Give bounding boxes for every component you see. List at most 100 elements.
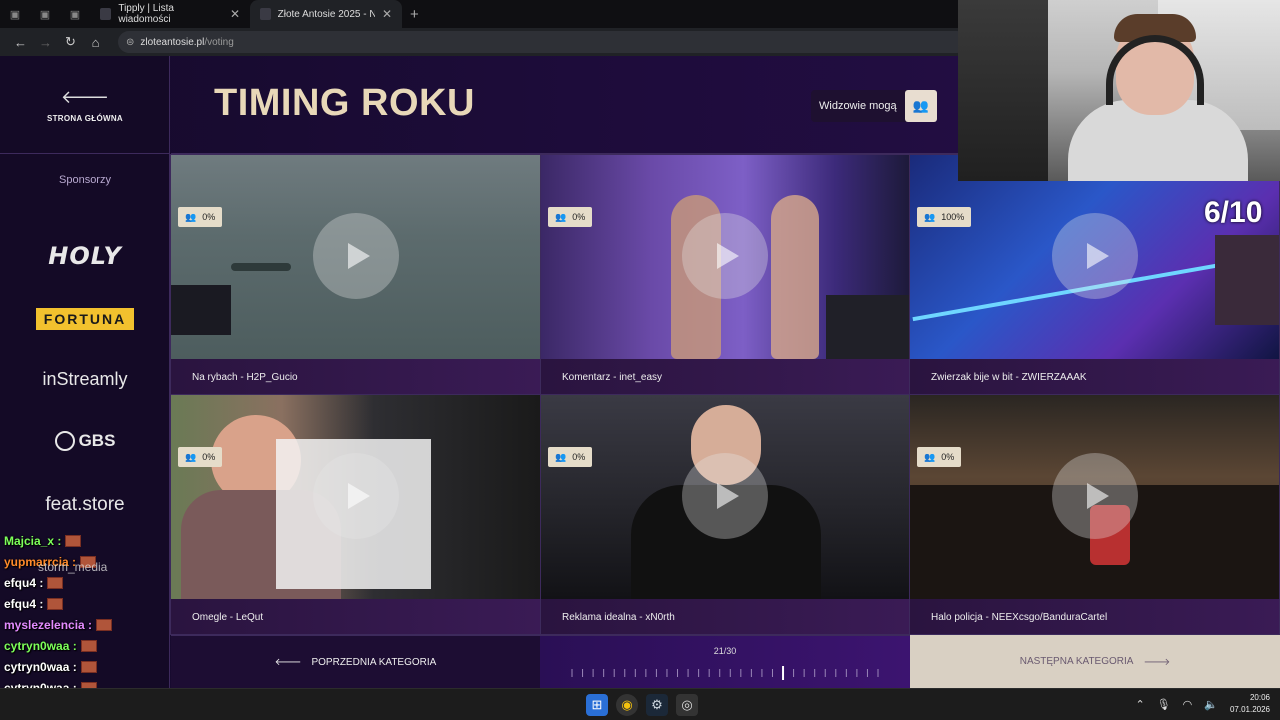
play-icon[interactable] <box>312 453 399 539</box>
reload-icon[interactable]: ↻ <box>58 34 83 50</box>
chrome-icon[interactable]: ◉ <box>616 694 638 716</box>
sponsor-logo-featstore[interactable]: feat.store <box>0 494 170 516</box>
vote-percent-badge: 👥 0% <box>548 447 593 467</box>
steam-icon[interactable]: ⚙ <box>646 694 668 716</box>
play-icon[interactable] <box>682 453 768 539</box>
webcam-overlay <box>958 0 1280 181</box>
play-icon[interactable] <box>1051 213 1138 299</box>
nominee-card[interactable]: 👥 0% Halo policja - NEEXcsgo/BanduraCarte… <box>909 394 1280 635</box>
sponsor-logo-fortuna[interactable]: FORTUNA <box>0 308 170 330</box>
prev-category-button[interactable]: 🡐 POPRZEDNIA KATEGORIA <box>171 635 540 688</box>
new-tab-icon[interactable]: + <box>410 6 419 23</box>
tray-chevron-icon[interactable]: ⌃ <box>1135 698 1144 711</box>
zloteantosie-favicon-icon <box>260 8 271 20</box>
tab-actions-icon[interactable]: ▣ <box>0 0 30 28</box>
tab-label: Złote Antosie 2025 - Największ <box>277 8 375 20</box>
category-progress: 21/30 <box>540 635 910 688</box>
users-icon: 👥 <box>924 211 936 222</box>
volume-icon[interactable]: 🔈 <box>1204 698 1218 711</box>
screen: ▣ ▣ ▣ Tipply | Lista wiadomości ✕ Złote … <box>0 0 1280 720</box>
chat-message: cytryn0waa : <box>4 635 184 656</box>
tab-label: Tipply | Lista wiadomości <box>118 3 174 25</box>
arrow-right-icon: 🡒 <box>1143 656 1171 668</box>
users-icon: 👥 <box>185 451 197 462</box>
card-caption: Omegle - LeQut <box>171 599 540 634</box>
pinned-tab-icon[interactable]: ▣ <box>30 0 60 28</box>
nominee-card[interactable]: 👥 0% Komentarz - inet_easy <box>540 154 910 395</box>
play-icon[interactable] <box>682 213 768 299</box>
vote-percent-badge: 👥 100% <box>917 207 972 227</box>
play-icon[interactable] <box>312 213 399 299</box>
close-tab-icon[interactable]: ✕ <box>230 7 240 21</box>
obs-icon[interactable]: ◎ <box>676 694 698 716</box>
stream-chat-overlay: Majcia_x : yupmarrcia : efqu4 : efqu4 : mysl… <box>4 530 184 698</box>
viewers-label: Widzowie mogą <box>819 100 897 112</box>
url-input[interactable]: ⊜ zloteantosie.pl/voting <box>118 31 968 53</box>
chat-username: cytryn0waa : <box>4 659 77 674</box>
chat-message: cytryn0waa : <box>4 656 184 677</box>
vote-percent-badge: 👥 0% <box>178 207 223 227</box>
chat-username: Majcia_x : <box>4 533 62 548</box>
card-caption: Reklama idealna - xN0rth <box>541 599 909 634</box>
progress-ticks <box>570 666 880 680</box>
nominee-card[interactable]: 👥 0% Reklama idealna - xN0rth <box>540 394 910 635</box>
category-navigation: 🡐 POPRZEDNIA KATEGORIA 21/30 NASTĘPNA KA… <box>171 635 1280 688</box>
arrow-left-icon: 🡐 <box>60 86 110 107</box>
clock-time: 20:06 <box>1249 693 1270 702</box>
card-caption: Komentarz - inet_easy <box>541 359 909 394</box>
url-host: zloteantosie.pl <box>140 36 205 48</box>
sponsor-logo-holy[interactable]: HOLY <box>0 242 170 270</box>
wifi-icon[interactable]: ◠ <box>1183 698 1193 711</box>
windows-start-icon[interactable]: ⊞ <box>586 694 608 716</box>
progress-count: 21/30 <box>713 646 737 656</box>
chat-emote-icon <box>47 597 64 610</box>
sponsor-logo-instreamly[interactable]: inStreamly <box>0 369 170 390</box>
storm-media-watermark: storm_media <box>38 560 108 574</box>
chat-username: efqu4 : <box>4 596 44 611</box>
play-icon[interactable] <box>1051 453 1138 539</box>
home-label: STRONA GŁÓWNA <box>46 113 124 123</box>
next-category-button[interactable]: NASTĘPNA KATEGORIA 🡒 <box>910 635 1280 688</box>
home-icon[interactable]: ⌂ <box>83 35 108 50</box>
card-caption: Zwierzak bije w bit - ZWIERZAAAK <box>910 359 1279 394</box>
home-link[interactable]: 🡐 STRONA GŁÓWNA <box>0 56 170 154</box>
site-info-icon[interactable]: ⊜ <box>126 37 134 48</box>
pinned-tab-icon[interactable]: ▣ <box>60 0 90 28</box>
nominee-card[interactable]: 👥 0% Na rybach - H2P_Gucio <box>170 154 541 395</box>
vote-percent-badge: 👥 0% <box>917 447 962 467</box>
chat-message: efqu4 : <box>4 572 184 593</box>
nominee-card[interactable]: 👥 100% Zwierzak bije w bit - ZWIERZAAAK <box>909 154 1280 395</box>
clock-date: 07.01.2026 <box>1229 705 1270 714</box>
users-icon: 👥 <box>555 451 567 462</box>
card-caption: Na rybach - H2P_Gucio <box>171 359 540 394</box>
chat-emote-icon <box>47 576 64 589</box>
users-icon: 👥 <box>555 211 567 222</box>
users-icon[interactable]: 👥 <box>904 90 937 122</box>
chat-message: myslezelencia : <box>4 614 184 635</box>
sponsors-title: Sponsorzy <box>59 174 111 186</box>
chat-emote-icon <box>96 618 113 631</box>
chat-message: Majcia_x : <box>4 530 184 551</box>
chat-username: myslezelencia : <box>4 617 93 632</box>
microphone-icon[interactable]: 🎙 <box>1157 698 1171 711</box>
windows-taskbar: ⊞ ◉ ⚙ ◎ ⌃ 🎙 ◠ 🔈 20:06 07.01.2026 <box>0 688 1280 720</box>
system-clock[interactable]: 20:06 07.01.2026 <box>1230 692 1270 716</box>
category-header: TIMING ROKU Widzowie mogą 👥 <box>171 56 958 154</box>
arrow-left-icon: 🡐 <box>274 657 302 668</box>
tab-tipply[interactable]: Tipply | Lista wiadomości ✕ <box>90 0 250 28</box>
chat-emote-icon <box>65 534 82 547</box>
users-icon: 👥 <box>924 451 936 462</box>
page-title: TIMING ROKU <box>214 82 475 124</box>
vote-percent-badge: 👥 0% <box>548 207 593 227</box>
chat-username: cytryn0waa : <box>4 638 77 653</box>
tab-zloteantosie[interactable]: Złote Antosie 2025 - Największ ✕ <box>250 0 402 28</box>
chat-username: efqu4 : <box>4 575 44 590</box>
back-icon[interactable]: ← <box>8 35 33 50</box>
close-tab-icon[interactable]: ✕ <box>382 7 392 21</box>
next-category-label: NASTĘPNA KATEGORIA <box>1019 656 1134 667</box>
viewers-voting-toggle[interactable]: Widzowie mogą 👥 <box>811 90 937 122</box>
sponsor-logo-gbs[interactable]: GBS <box>0 431 170 451</box>
chat-message: efqu4 : <box>4 593 184 614</box>
forward-icon[interactable]: → <box>33 35 58 50</box>
nominee-card[interactable]: 👥 0% Omegle - LeQut <box>170 394 541 635</box>
